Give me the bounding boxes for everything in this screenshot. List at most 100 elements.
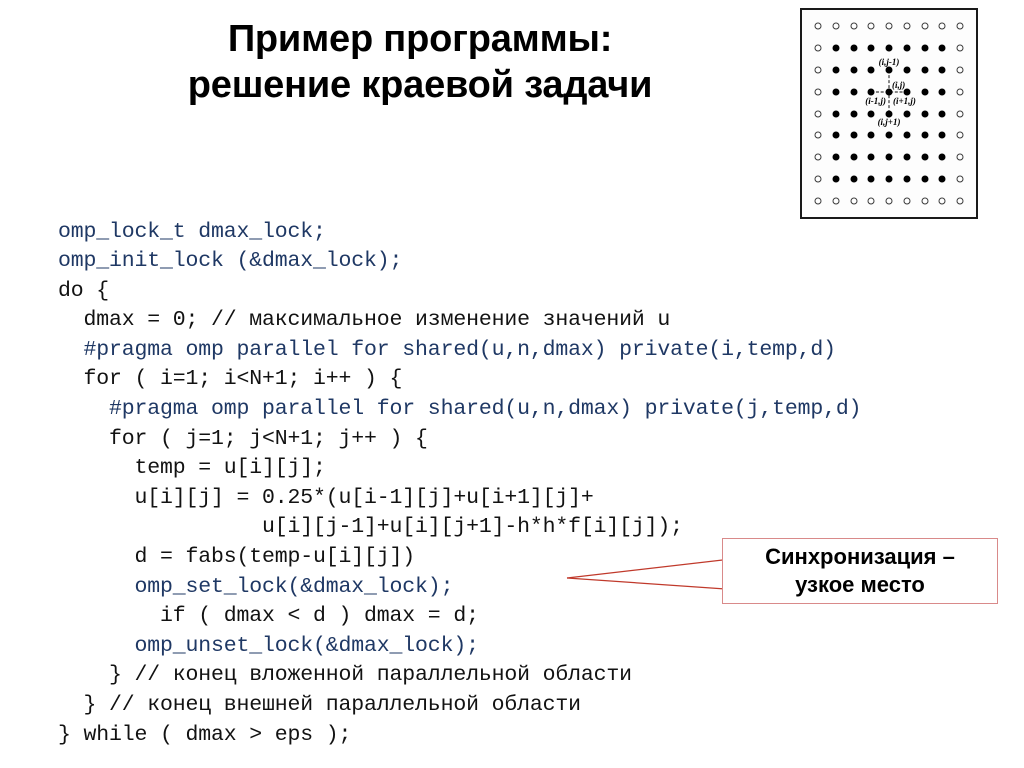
grid-interior-node bbox=[867, 66, 875, 74]
stencil-label-left: (i-1,j) bbox=[865, 95, 886, 106]
grid-interior-node bbox=[832, 110, 840, 117]
grid-interior-node bbox=[850, 175, 857, 183]
code-line: do { bbox=[58, 278, 110, 303]
grid-interior-node bbox=[850, 131, 857, 139]
grid-interior-node bbox=[903, 110, 911, 117]
grid-interior-node bbox=[885, 175, 893, 183]
grid-interior-node bbox=[867, 110, 875, 117]
grid-interior-node bbox=[850, 66, 857, 74]
grid-boundary-node bbox=[956, 110, 964, 117]
grid-interior-node bbox=[832, 131, 840, 139]
code-line: } // конец вложенной параллельной област… bbox=[58, 663, 632, 688]
grid-interior-node bbox=[938, 153, 946, 161]
grid-interior-node bbox=[832, 153, 840, 161]
grid-interior-node bbox=[832, 66, 840, 74]
grid-interior-node bbox=[832, 88, 840, 96]
grid-interior-node bbox=[921, 131, 928, 139]
grid-interior-node bbox=[903, 88, 911, 96]
grid-interior-node bbox=[850, 88, 857, 96]
grid-interior-node bbox=[921, 175, 928, 183]
grid-boundary-node bbox=[885, 22, 893, 30]
code-line: for ( i=1; i<N+1; i++ ) { bbox=[58, 367, 403, 392]
grid-interior-node bbox=[867, 153, 875, 161]
page-title-line-2: решение краевой задачи bbox=[187, 64, 653, 106]
grid-interior-node bbox=[938, 66, 946, 74]
code-listing: omp_lock_t dmax_lock; omp_init_lock (&dma… bbox=[58, 218, 862, 751]
grid-interior-node bbox=[850, 110, 857, 117]
grid-boundary-node bbox=[903, 22, 911, 30]
grid-boundary-node bbox=[850, 197, 857, 205]
code-line: } // конец внешней параллельной области bbox=[58, 693, 581, 717]
finite-difference-grid-diagram: (i,j-1) (i,j) (i-1,j) (i+1,j) (i,j+1) bbox=[800, 8, 978, 219]
stencil-label-right: (i+1,j) bbox=[893, 95, 916, 106]
code-line: if ( dmax < d ) dmax = d; bbox=[58, 604, 479, 629]
grid-interior-node bbox=[885, 66, 893, 74]
grid-boundary-node bbox=[814, 153, 822, 161]
grid-boundary-node bbox=[921, 197, 928, 205]
grid-interior-node bbox=[921, 110, 928, 117]
grid-interior-node bbox=[850, 44, 857, 52]
grid-interior-node bbox=[921, 88, 928, 96]
grid-boundary-node bbox=[956, 197, 964, 205]
grid-interior-node bbox=[921, 44, 928, 52]
grid-boundary-node bbox=[867, 197, 875, 205]
code-line: omp_lock_t dmax_lock; bbox=[58, 219, 326, 244]
grid-boundary-node bbox=[832, 22, 840, 30]
grid-interior-node bbox=[850, 153, 857, 161]
grid-interior-node bbox=[867, 175, 875, 183]
grid-interior-node bbox=[885, 131, 893, 139]
grid-interior-node bbox=[903, 131, 911, 139]
grid-boundary-node bbox=[956, 88, 964, 96]
grid-boundary-node bbox=[956, 66, 964, 74]
grid-boundary-node bbox=[956, 153, 964, 161]
grid-interior-node bbox=[903, 66, 911, 74]
grid-interior-node bbox=[938, 44, 946, 52]
code-line: omp_unset_lock(&dmax_lock); bbox=[58, 633, 479, 658]
grid-interior-node bbox=[903, 153, 911, 161]
grid-interior-node bbox=[885, 110, 893, 117]
grid-interior-node bbox=[903, 44, 911, 52]
grid-boundary-node bbox=[814, 131, 822, 139]
callout-line-1: Синхронизация – bbox=[765, 544, 955, 569]
grid-boundary-node bbox=[938, 22, 946, 30]
grid-boundary-node bbox=[921, 22, 928, 30]
grid-boundary-node bbox=[832, 197, 840, 205]
grid-interior-node bbox=[921, 153, 928, 161]
grid-boundary-node bbox=[903, 197, 911, 205]
grid-boundary-node bbox=[814, 44, 822, 52]
code-line: temp = u[i][j]; bbox=[58, 456, 326, 481]
grid-interior-node bbox=[903, 175, 911, 183]
grid-boundary-node bbox=[814, 66, 822, 74]
grid-interior-node bbox=[938, 88, 946, 96]
grid-interior-node bbox=[867, 131, 875, 139]
grid-boundary-node bbox=[867, 22, 875, 30]
callout-line-2: узкое место bbox=[795, 572, 925, 597]
callout-synchronization-bottleneck: Синхронизация – узкое место bbox=[722, 538, 998, 604]
grid-boundary-node bbox=[956, 44, 964, 52]
code-line: dmax = 0; // максимальное изменение знач… bbox=[58, 308, 671, 333]
code-line: } while ( dmax > eps ); bbox=[58, 722, 352, 747]
code-line: omp_init_lock (&dmax_lock); bbox=[58, 249, 403, 274]
stencil-label-up: (i,j-1) bbox=[878, 56, 900, 67]
code-line: u[i][j] = 0.25*(u[i-1][j]+u[i+1][j]+ bbox=[58, 485, 594, 510]
grid-boundary-node bbox=[956, 22, 964, 30]
grid-boundary-node bbox=[850, 22, 857, 30]
grid-boundary-node bbox=[814, 175, 822, 183]
grid-interior-node bbox=[885, 153, 893, 161]
grid-boundary-node bbox=[938, 197, 946, 205]
grid-boundary-node bbox=[956, 131, 964, 139]
code-line: for ( j=1; j<N+1; j++ ) { bbox=[58, 426, 428, 451]
grid-boundary-node bbox=[814, 110, 822, 117]
grid-interior-node bbox=[867, 88, 875, 96]
grid-boundary-node bbox=[885, 197, 893, 205]
grid-interior-node bbox=[832, 44, 840, 52]
grid-interior-node bbox=[938, 131, 946, 139]
grid-boundary-node bbox=[814, 197, 822, 205]
code-line: #pragma omp parallel for shared(u,n,dmax… bbox=[58, 397, 862, 422]
stencil-label-down: (i,j+1) bbox=[877, 116, 901, 127]
grid-interior-node bbox=[885, 88, 893, 96]
grid-boundary-node bbox=[814, 88, 822, 96]
grid-interior-node bbox=[867, 44, 875, 52]
stencil-label-center: (i,j) bbox=[892, 79, 906, 90]
grid-interior-node bbox=[938, 110, 946, 117]
